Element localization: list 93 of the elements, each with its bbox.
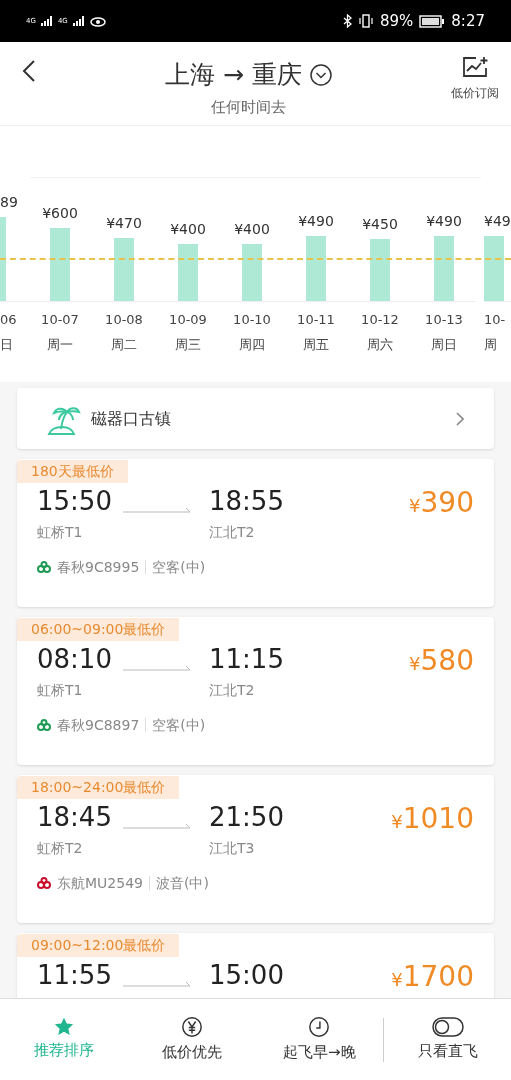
arrival-airport: 江北T3: [209, 838, 256, 858]
ticket-price: ¥1010: [391, 805, 474, 833]
sort-tab[interactable]: 起飞早→晚: [255, 1015, 384, 1064]
price-bar[interactable]: [50, 228, 70, 301]
price-label: 89: [0, 193, 18, 212]
flight-card[interactable]: 18:00~24:00最低价 18:45 虹桥T2 21:50 江北T3 ¥1010 东航MU2549 波音(中): [17, 775, 494, 923]
arrival-time: 21:50: [209, 801, 285, 834]
arrival-time: 15:00: [209, 959, 285, 992]
weekday-label: 周六: [367, 335, 393, 354]
chevron-down-icon: [309, 63, 332, 86]
date-label: 06: [0, 311, 17, 329]
aircraft-type: 波音(中): [155, 873, 209, 893]
weekday-label: 周日: [431, 335, 457, 354]
weekday-label: 周四: [239, 335, 265, 354]
date-label: 10-13: [425, 311, 463, 329]
bluetooth-icon: [342, 14, 352, 28]
direct-only-label: 只看直飞: [417, 1040, 478, 1062]
battery-percent: 89%: [379, 10, 414, 32]
price-bar[interactable]: [242, 244, 262, 301]
price-bar[interactable]: [434, 236, 454, 301]
route-subtitle: 任何时间去: [211, 96, 286, 118]
flight-number: 春秋9C8897: [57, 715, 140, 735]
back-icon: [22, 59, 36, 83]
ticket-price: ¥580: [409, 647, 474, 675]
weekday-label: 周三: [175, 335, 201, 354]
price-bar[interactable]: [370, 239, 390, 301]
lowest-price-tag: 18:00~24:00最低价: [17, 776, 180, 799]
price-label: ¥490: [426, 212, 462, 231]
price-label: ¥400: [170, 220, 206, 239]
price-label: ¥450: [362, 215, 398, 234]
price-label: ¥490: [298, 212, 334, 231]
signal-icon: [71, 16, 86, 26]
chevron-right-icon: [456, 411, 464, 426]
arrival-airport: 江北T2: [209, 680, 256, 700]
price-bar[interactable]: [114, 238, 134, 301]
date-label: 10-11: [297, 311, 335, 329]
dropdown-button[interactable]: [309, 63, 332, 86]
destination-card[interactable]: 磁器口古镇: [17, 388, 494, 449]
price-label: ¥600: [42, 204, 78, 223]
date-label: 10-: [484, 311, 506, 329]
price-label: ¥400: [234, 220, 270, 239]
weekday-label: 日: [0, 335, 13, 354]
flight-number: 东航MU2549: [57, 873, 143, 893]
lowest-price-tag: 06:00~09:00最低价: [17, 618, 180, 641]
star-icon: [53, 1017, 74, 1037]
yen-icon: [180, 1015, 203, 1038]
arrival-time: 18:55: [209, 485, 285, 518]
departure-airport: 虹桥T1: [37, 680, 84, 700]
flight-card[interactable]: 06:00~09:00最低价 08:10 虹桥T1 11:15 江北T2 ¥580 春秋9C8897 空客(中): [17, 617, 494, 765]
clock-time: 8:27: [451, 10, 485, 32]
signal-icon: [39, 16, 54, 26]
date-label: 10-12: [361, 311, 399, 329]
flight-card[interactable]: 09:00~12:00最低价 11:55 15:00 ¥1700: [17, 933, 494, 998]
flight-card[interactable]: 180天最低价 15:50 虹桥T1 18:55 江北T2 ¥390 春秋9C8995 空客(中): [17, 459, 494, 607]
destination-name: 磁器口古镇: [91, 407, 172, 430]
price-label: ¥470: [106, 214, 142, 233]
departure-time: 11:55: [37, 959, 113, 992]
price-bar[interactable]: [306, 236, 326, 301]
ticket-price: ¥390: [409, 489, 474, 517]
date-label: 10-10: [233, 311, 271, 329]
weekday-label: 周一: [47, 335, 73, 354]
date-label: 10-07: [41, 311, 79, 329]
sort-tab[interactable]: 低价优先: [127, 1015, 256, 1064]
arrival-time: 11:15: [209, 643, 285, 676]
departure-time: 18:45: [37, 801, 113, 834]
departure-time: 08:10: [37, 643, 113, 676]
chart-plus-icon: [462, 56, 488, 80]
departure-airport: 虹桥T2: [37, 838, 84, 858]
arrival-airport: 江北T2: [209, 522, 256, 542]
departure-airport: 虹桥T1: [37, 522, 84, 542]
aircraft-type: 空客(中): [152, 557, 206, 577]
eye-icon: [89, 15, 106, 27]
battery-icon: [419, 14, 446, 28]
clock-icon: [308, 1015, 331, 1038]
weekday-label: 周二: [111, 335, 137, 354]
weekday-label: 周五: [303, 335, 329, 354]
date-label: 10-08: [105, 311, 143, 329]
route-title: 上海 → 重庆: [165, 59, 302, 91]
price-bar[interactable]: [484, 236, 504, 301]
price-label: ¥49: [484, 212, 511, 231]
price-alert-button[interactable]: 低价订阅: [451, 56, 499, 102]
lowest-price-tag: 180天最低价: [17, 460, 128, 483]
toggle-switch[interactable]: [431, 1016, 464, 1037]
flight-number: 春秋9C8995: [57, 557, 140, 577]
date-label: 10-09: [169, 311, 207, 329]
price-bar[interactable]: [178, 244, 198, 301]
lowest-price-tag: 09:00~12:00最低价: [17, 934, 180, 957]
price-bar[interactable]: [0, 217, 6, 301]
ticket-price: ¥1700: [391, 963, 474, 991]
vibrate-icon: [357, 14, 374, 28]
departure-time: 15:50: [37, 485, 113, 518]
aircraft-type: 空客(中): [152, 715, 206, 735]
weekday-label: 周: [484, 335, 497, 354]
